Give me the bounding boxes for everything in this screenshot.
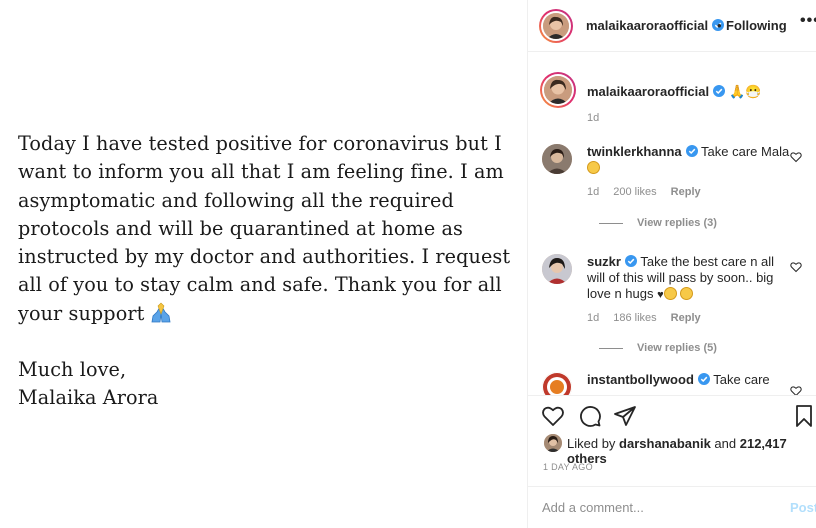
view-replies-button[interactable]: View replies (5) — [599, 342, 717, 354]
comment-time[interactable]: 1d — [587, 186, 599, 198]
post-timestamp[interactable]: 1 DAY AGO — [543, 462, 593, 472]
hug-emoji-icon — [663, 287, 677, 300]
add-comment-bar: Add a comment... Post — [528, 486, 816, 528]
post-image: Today I have tested positive for coronav… — [0, 0, 527, 528]
comment-body: suzkr Take the best care n all will of t… — [587, 254, 792, 303]
view-replies-button[interactable]: View replies (3) — [599, 217, 717, 229]
like-heart-icon[interactable] — [541, 404, 565, 428]
caption-username[interactable]: malaikaaroraofficial 🙏😷 — [587, 84, 762, 100]
comment-time[interactable]: 1d — [587, 312, 599, 324]
verified-badge-icon — [713, 85, 726, 97]
avatar[interactable] — [544, 76, 572, 104]
liked-by: Liked by darshanabanik and 212,417 other… — [542, 432, 816, 466]
comment-username[interactable]: twinklerkhanna — [587, 144, 682, 159]
replies-divider — [599, 222, 623, 224]
share-paper-plane-icon[interactable] — [613, 404, 637, 428]
post-image-text: Today I have tested positive for coronav… — [18, 130, 518, 413]
verified-badge-icon — [624, 255, 637, 267]
caption-time[interactable]: 1d — [587, 112, 599, 124]
verified-badge-icon — [685, 145, 698, 157]
reply-button[interactable]: Reply — [671, 312, 701, 324]
post-actions: Liked by darshanabanik and 212,417 other… — [528, 395, 816, 528]
caption-emojis: 🙏😷 — [729, 84, 762, 99]
comment-likes[interactable]: 186 likes — [613, 312, 656, 324]
liked-by-user-link[interactable]: darshanabanik — [619, 436, 711, 451]
profile-story-ring[interactable] — [539, 9, 573, 43]
comment-bubble-icon[interactable] — [578, 404, 602, 428]
comment-meta: 1d 200 likes Reply — [587, 186, 715, 198]
replies-divider — [599, 347, 623, 349]
praying-hands-icon — [148, 302, 174, 324]
avatar[interactable] — [544, 434, 562, 452]
post-side-panel: malaikaaroraofficial • Following ••• mal… — [527, 0, 816, 528]
signoff-line-2: Malaika Arora — [18, 386, 159, 410]
like-comment-heart-icon[interactable] — [790, 150, 802, 163]
like-comment-heart-icon[interactable] — [790, 384, 802, 395]
comment-username[interactable]: instantbollywood — [587, 372, 694, 387]
comments-list[interactable]: malaikaaroraofficial 🙏😷 1d twinklerkhanna… — [528, 52, 816, 395]
smile-emoji-icon — [680, 287, 694, 300]
avatar[interactable] — [542, 144, 572, 174]
post-caption: malaikaaroraofficial 🙏😷 1d — [540, 72, 810, 132]
following-button[interactable]: Following — [726, 18, 787, 33]
more-options-icon[interactable]: ••• — [800, 12, 816, 30]
comment-body: twinklerkhanna Take care Mala — [587, 144, 792, 176]
liked-by-text: Liked by darshanabanik and 212,417 other… — [567, 436, 787, 466]
post-paragraph: Today I have tested positive for coronav… — [18, 132, 511, 325]
comment-body: instantbollywood Take care — [587, 372, 792, 388]
kiss-emoji-icon — [587, 161, 600, 174]
avatar[interactable] — [543, 13, 569, 39]
avatar[interactable] — [542, 254, 572, 284]
comment-text: Take care Mala — [701, 144, 790, 159]
heart-emoji-icon: ♥ — [657, 289, 664, 301]
signoff-line-1: Much love, — [18, 358, 127, 382]
save-bookmark-icon[interactable] — [792, 404, 816, 428]
caption-story-ring[interactable] — [540, 72, 576, 108]
comment-meta: 1d 186 likes Reply — [587, 312, 715, 324]
add-comment-input[interactable]: Add a comment... — [542, 500, 644, 515]
header-username[interactable]: malaikaaroraofficial — [586, 18, 725, 33]
header-separator: • — [717, 18, 722, 33]
verified-badge-icon — [697, 373, 710, 385]
comment-likes[interactable]: 200 likes — [613, 186, 656, 198]
post-header: malaikaaroraofficial • Following ••• — [528, 0, 816, 52]
post-comment-button[interactable]: Post — [790, 500, 816, 515]
avatar[interactable] — [542, 372, 572, 395]
comment-username[interactable]: suzkr — [587, 254, 621, 269]
comment-text: Take care — [713, 372, 770, 387]
reply-button[interactable]: Reply — [671, 186, 701, 198]
like-comment-heart-icon[interactable] — [790, 260, 802, 273]
